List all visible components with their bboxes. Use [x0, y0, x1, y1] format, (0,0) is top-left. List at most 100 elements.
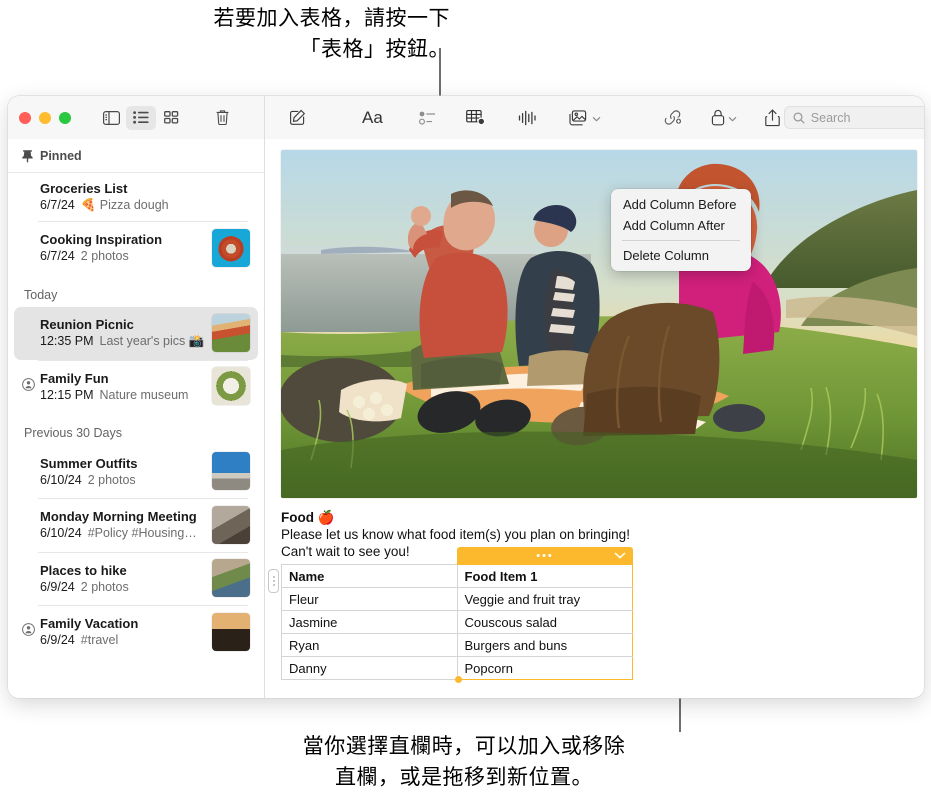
media-icon[interactable] [565, 105, 605, 131]
notes-window: Aa Search Pinned Groceries List 6/7/24 🍕… [8, 96, 924, 698]
note-toolbar: Aa Search [265, 96, 924, 139]
note-subtitle: 12:35 PM Last year's pics 📸 [40, 334, 206, 349]
note-preview: 2 photos [80, 249, 129, 263]
audio-waveform-icon[interactable] [514, 105, 541, 131]
shared-note-icon [22, 623, 35, 641]
note-table[interactable]: ••• Name Food Item 1 Fleur Veggie and fruit… [268, 547, 633, 683]
note-preview: #Policy #Housing… [87, 526, 197, 540]
note-date: 6/7/24 [40, 249, 75, 263]
table-icon[interactable] [462, 105, 490, 131]
callout-bottom-text: 當你選擇直欄時，可以加入或移除 直欄，或是拖移到新位置。 [302, 735, 626, 789]
cell-caret-marker [455, 676, 462, 683]
note-editor[interactable]: Food 🍎 Please let us know what food item… [265, 139, 924, 698]
note-subtitle: 6/7/24 2 photos [40, 249, 206, 263]
search-input[interactable]: Search [783, 106, 924, 129]
window-titlebar: Aa Search [8, 96, 924, 139]
note-thumbnail [212, 452, 250, 490]
menu-item[interactable]: Add Column After [611, 215, 751, 236]
note-thumbnail [212, 612, 250, 651]
note-preview: Last year's pics 📸 [99, 333, 205, 348]
pinned-section-header: Pinned [8, 139, 264, 173]
note-subtitle: 6/9/24 #travel [40, 633, 206, 647]
chevron-down-icon[interactable] [614, 551, 626, 561]
note-date: 6/9/24 [40, 579, 75, 594]
search-placeholder: Search [810, 110, 851, 125]
list-item[interactable]: Cooking Inspiration 6/7/24 2 photos [14, 222, 258, 275]
table-cell[interactable]: Couscous salad [456, 610, 633, 634]
note-preview: #travel [80, 633, 119, 647]
list-item[interactable]: Reunion Picnic 12:35 PM Last year's pics… [14, 306, 258, 360]
menu-item[interactable]: Delete Column [611, 245, 751, 266]
note-subtitle: 6/10/24 2 photos [40, 473, 206, 487]
chevron-down-icon [592, 109, 601, 127]
list-item[interactable]: Family Vacation 6/9/24 #travel [14, 606, 258, 659]
note-preview: 🍕 Pizza dough [80, 197, 169, 212]
note-thumbnail [212, 228, 250, 267]
list-item[interactable]: Summer Outfits 6/10/24 2 photos [14, 445, 258, 498]
column-grip-dots: ••• [536, 550, 554, 562]
table-header-row: Name Food Item 1 [281, 564, 633, 588]
lock-icon[interactable] [707, 105, 741, 131]
table-row: Jasmine Couscous salad [281, 610, 633, 634]
note-preview: Nature museum [99, 387, 189, 402]
link-add-icon[interactable] [659, 105, 687, 131]
note-title: Reunion Picnic [40, 316, 134, 332]
note-heading: Food 🍎 [281, 510, 335, 525]
note-thumbnail [212, 313, 250, 352]
aa-format-icon[interactable]: Aa [358, 105, 387, 131]
note-preview: 2 photos [80, 579, 129, 594]
zoom-window-button[interactable] [59, 111, 71, 124]
note-thumbnail [212, 505, 250, 544]
table-header-cell[interactable]: Name [281, 564, 458, 588]
table-cell[interactable]: Burgers and buns [456, 633, 633, 657]
note-date: 12:35 PM [40, 334, 94, 348]
note-date: 6/10/24 [40, 526, 82, 540]
table-cell[interactable]: Jasmine [281, 610, 458, 634]
search-icon [793, 111, 805, 124]
sidebar-toggle-icon[interactable] [96, 106, 126, 130]
note-title: Cooking Inspiration [40, 232, 163, 247]
note-date: 6/7/24 [40, 198, 75, 212]
list-item[interactable]: Places to hike 6/9/24 2 photos [14, 552, 258, 605]
pinned-label: Pinned [40, 149, 82, 163]
note-photo[interactable] [281, 150, 917, 498]
table-row-handle[interactable] [268, 569, 279, 593]
share-icon[interactable] [761, 105, 784, 131]
note-date: 6/9/24 [40, 633, 75, 647]
notes-sidebar[interactable]: Pinned Groceries List 6/7/24 🍕 Pizza dou… [8, 139, 265, 698]
menu-item[interactable]: Add Column Before [611, 194, 751, 215]
table-cell[interactable]: Danny [281, 656, 458, 680]
note-subtitle: 6/10/24 #Policy #Housing… [40, 526, 206, 540]
minimize-window-button[interactable] [39, 111, 51, 124]
list-item[interactable]: Groceries List 6/7/24 🍕 Pizza dough [14, 173, 258, 221]
compose-icon[interactable] [285, 105, 310, 131]
close-window-button[interactable] [19, 111, 31, 124]
note-thumbnail [212, 367, 250, 405]
table-header-cell[interactable]: Food Item 1 [456, 564, 633, 588]
table-cell[interactable]: Fleur [281, 587, 458, 611]
list-item[interactable]: Family Fun 12:15 PM Nature museum [14, 360, 258, 413]
pin-icon [22, 149, 33, 163]
menu-divider [622, 240, 740, 241]
sidebar-toolbar [8, 96, 265, 139]
window-body: Pinned Groceries List 6/7/24 🍕 Pizza dou… [8, 139, 924, 698]
note-subtitle: 12:15 PM Nature museum [40, 388, 206, 402]
table-cell[interactable]: Popcorn [456, 656, 633, 680]
column-context-menu[interactable]: Add Column Before Add Column After Delete … [611, 189, 751, 271]
checklist-icon[interactable] [415, 105, 440, 131]
table-cell[interactable]: Ryan [281, 633, 458, 657]
group-header: Previous 30 Days [24, 426, 122, 440]
table-cell[interactable]: Veggie and fruit tray [456, 587, 633, 611]
column-selection-bar[interactable]: ••• [457, 547, 633, 565]
list-view-icon[interactable] [126, 105, 156, 130]
list-item[interactable]: Monday Morning Meeting 6/10/24 #Policy #… [14, 499, 258, 552]
food-table[interactable]: Name Food Item 1 Fleur Veggie and fruit tra… [281, 564, 633, 680]
traffic-lights [19, 111, 71, 124]
note-subtitle: 6/9/24 2 photos [40, 580, 206, 594]
trash-icon[interactable] [207, 106, 237, 130]
group-header: Today [24, 287, 58, 302]
note-title: Family Fun [40, 370, 109, 386]
chevron-down-icon [728, 109, 737, 127]
shared-note-icon [22, 377, 35, 396]
gallery-view-icon[interactable] [156, 106, 186, 130]
